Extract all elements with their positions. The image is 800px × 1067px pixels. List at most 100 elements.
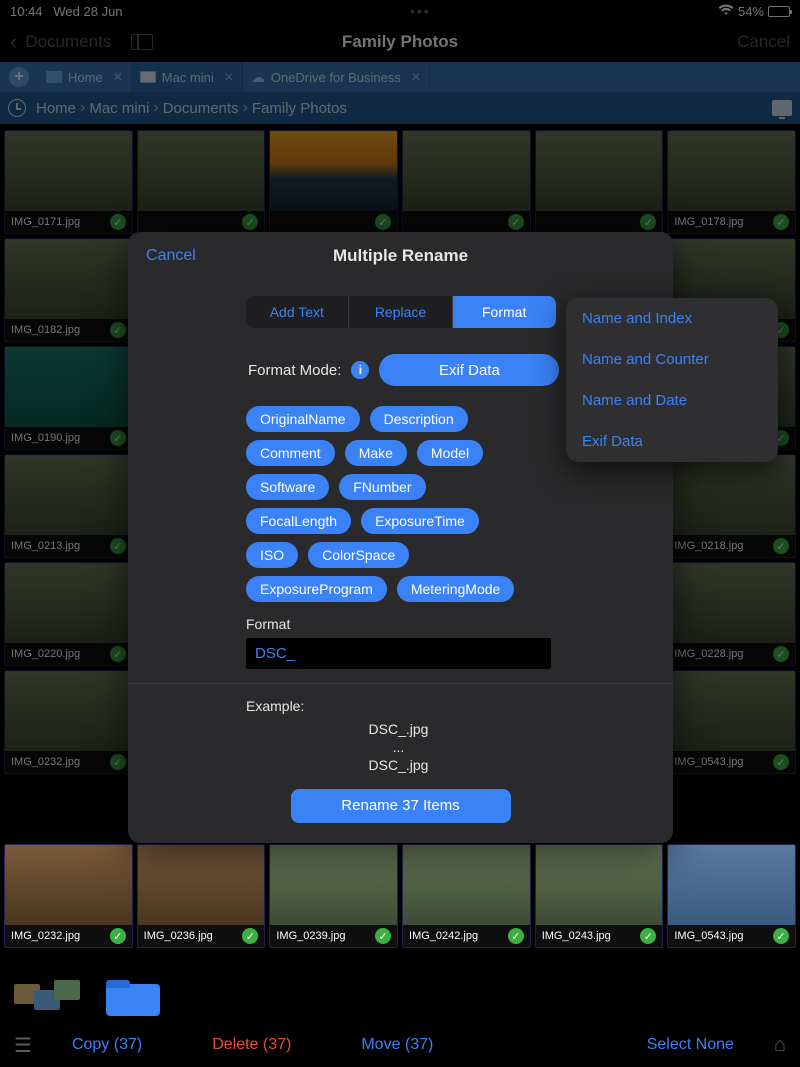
exif-chip[interactable]: ColorSpace [308, 542, 409, 568]
close-icon[interactable]: ✕ [113, 70, 123, 84]
tab-label: OneDrive for Business [271, 70, 401, 85]
exif-chip[interactable]: Model [417, 440, 483, 466]
exif-chip[interactable]: MeteringMode [397, 576, 515, 602]
photo-thumbnail[interactable]: IMG_0543.jpg✓ [667, 844, 796, 948]
selected-check-icon: ✓ [110, 928, 126, 944]
selected-check-icon: ✓ [508, 928, 524, 944]
segment-format[interactable]: Format [453, 296, 556, 328]
selected-check-icon: ✓ [773, 754, 789, 770]
thumbnail-filename: IMG_0182.jpg [11, 324, 80, 336]
tab-home[interactable]: Home ✕ [38, 62, 132, 92]
chevron-right-icon: › [153, 99, 158, 117]
copy-button[interactable]: Copy (37) [72, 1036, 142, 1054]
example-label: Example: [246, 698, 653, 714]
mode-segmented-control: Add Text Replace Format [246, 296, 556, 328]
thumbnail-filename: IMG_0239.jpg [276, 930, 345, 942]
screen-share-icon[interactable] [772, 100, 792, 116]
back-label[interactable]: Documents [25, 32, 111, 52]
photo-thumbnail[interactable]: IMG_0182.jpg ✓ [4, 238, 133, 342]
close-icon[interactable]: ✕ [411, 70, 421, 84]
photo-thumbnail[interactable]: IMG_0242.jpg✓ [402, 844, 531, 948]
popover-option-exif-data[interactable]: Exif Data [566, 421, 778, 462]
thumbnail-filename: IMG_0543.jpg [674, 930, 743, 942]
popover-option-name-index[interactable]: Name and Index [566, 298, 778, 339]
thumbnail-filename: IMG_0171.jpg [11, 216, 80, 228]
exif-chip[interactable]: Description [370, 406, 468, 432]
home-icon[interactable]: ⌂ [774, 1034, 786, 1057]
bottom-toolbar: ☰ Copy (37) Delete (37) Move (37) Select… [0, 977, 800, 1067]
menu-icon[interactable]: ☰ [14, 1033, 32, 1058]
photo-thumbnail[interactable]: IMG_0190.jpg✓ [4, 346, 133, 450]
photo-thumbnail[interactable]: ✓ [137, 130, 266, 234]
exif-chip[interactable]: Software [246, 474, 329, 500]
selection-stack-icon[interactable] [14, 980, 84, 1020]
photo-thumbnail[interactable]: IMG_0213.jpg✓ [4, 454, 133, 558]
photo-thumbnail[interactable]: ✓ [535, 130, 664, 234]
popover-option-name-date[interactable]: Name and Date [566, 380, 778, 421]
photo-thumbnail[interactable]: IMG_0239.jpg✓ [269, 844, 398, 948]
photo-thumbnail[interactable]: IMG_0220.jpg ✓ [4, 562, 133, 666]
photo-thumbnail[interactable]: IMG_0236.jpg✓ [137, 844, 266, 948]
example-line: DSC_.jpg [246, 756, 551, 774]
new-tab-button[interactable]: + [0, 62, 38, 92]
selected-check-icon: ✓ [375, 214, 391, 230]
exif-chip[interactable]: FocalLength [246, 508, 351, 534]
photo-thumbnail[interactable]: IMG_0171.jpg✓ [4, 130, 133, 234]
thumbnail-filename: IMG_0543.jpg [674, 756, 743, 768]
selected-check-icon: ✓ [110, 646, 126, 662]
popover-option-name-counter[interactable]: Name and Counter [566, 339, 778, 380]
selected-check-icon: ✓ [242, 214, 258, 230]
exif-chip[interactable]: ISO [246, 542, 298, 568]
select-none-button[interactable]: Select None [647, 1036, 734, 1054]
photo-thumbnail[interactable]: ✓ [402, 130, 531, 234]
crumb[interactable]: Mac mini [89, 100, 149, 117]
format-input[interactable] [246, 638, 551, 669]
photo-thumbnail[interactable]: IMG_0543.jpg ✓ [667, 670, 796, 774]
tab-mac-mini[interactable]: Mac mini ✕ [132, 62, 243, 92]
format-mode-selector[interactable]: Exif Data [379, 354, 559, 386]
exif-chip[interactable]: Make [345, 440, 407, 466]
modal-cancel-button[interactable]: Cancel [146, 247, 196, 265]
destination-folder-icon[interactable] [98, 980, 168, 1020]
crumb[interactable]: Documents [163, 100, 239, 117]
rename-button[interactable]: Rename 37 Items [291, 789, 511, 823]
move-button[interactable]: Move (37) [361, 1036, 433, 1054]
thumbnail-filename: IMG_0220.jpg [11, 648, 80, 660]
chevron-right-icon: › [80, 99, 85, 117]
selected-check-icon: ✓ [773, 646, 789, 662]
exif-chip[interactable]: FNumber [339, 474, 425, 500]
sidebar-toggle-icon[interactable] [131, 34, 153, 50]
photo-thumbnail[interactable]: IMG_0232.jpg✓ [4, 670, 133, 774]
thumbnail-filename: IMG_0232.jpg [11, 756, 80, 768]
segment-replace[interactable]: Replace [349, 296, 453, 328]
selected-check-icon: ✓ [640, 214, 656, 230]
nav-cancel-button[interactable]: Cancel [737, 32, 790, 51]
selected-check-icon: ✓ [110, 322, 126, 338]
exif-chip[interactable]: ExposureProgram [246, 576, 387, 602]
exif-chip[interactable]: OriginalName [246, 406, 360, 432]
segment-add-text[interactable]: Add Text [246, 296, 350, 328]
page-title: Family Photos [210, 32, 590, 52]
photo-thumbnail[interactable]: IMG_0243.jpg✓ [535, 844, 664, 948]
example-line: ... [246, 738, 551, 756]
photo-thumbnail[interactable]: IMG_0228.jpg✓ [667, 562, 796, 666]
status-time-date: 10:44 Wed 28 Jun [10, 4, 123, 19]
photo-thumbnail[interactable]: IMG_0178.jpg✓ [667, 130, 796, 234]
photo-thumbnail[interactable]: ✓ [269, 130, 398, 234]
delete-button[interactable]: Delete (37) [212, 1036, 291, 1054]
crumb[interactable]: Family Photos [252, 100, 347, 117]
info-icon[interactable]: i [351, 361, 369, 379]
photo-thumbnail[interactable]: IMG_0218.jpg✓ [667, 454, 796, 558]
back-chevron-icon[interactable]: ‹ [10, 29, 17, 55]
history-icon[interactable] [8, 99, 26, 117]
photo-thumbnail[interactable]: IMG_0232.jpg✓ [4, 844, 133, 948]
exif-chip[interactable]: Comment [246, 440, 335, 466]
format-field-label: Format [246, 616, 653, 632]
crumb[interactable]: Home [36, 100, 76, 117]
tab-onedrive[interactable]: ☁ OneDrive for Business ✕ [243, 62, 430, 92]
format-mode-popover: Name and Index Name and Counter Name and… [566, 298, 778, 462]
chevron-right-icon: › [243, 99, 248, 117]
selected-check-icon: ✓ [110, 538, 126, 554]
close-icon[interactable]: ✕ [224, 70, 234, 84]
exif-chip[interactable]: ExposureTime [361, 508, 479, 534]
